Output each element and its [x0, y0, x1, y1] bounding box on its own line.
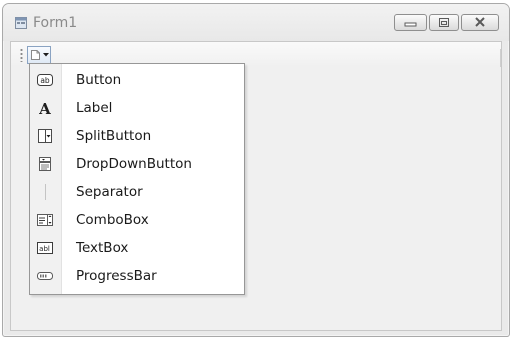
menu-item-label: Button	[76, 72, 122, 88]
button-icon: ab	[37, 74, 53, 86]
minimize-button[interactable]	[394, 14, 427, 31]
add-item-icon	[31, 50, 40, 60]
menu-item-separator[interactable]: Separator	[31, 178, 244, 206]
menu-item-combobox[interactable]: ComboBox	[31, 206, 244, 234]
menu-item-label: ProgressBar	[76, 268, 157, 284]
window-title: Form1	[33, 15, 78, 31]
menu-item-label-control[interactable]: A Label	[31, 94, 244, 122]
svg-text:ab: ab	[40, 76, 50, 85]
toolstrip-edge	[500, 49, 501, 67]
menu-item-label: SplitButton	[76, 128, 152, 144]
menu-item-splitbutton[interactable]: SplitButton	[31, 122, 244, 150]
svg-text:abl: abl	[39, 245, 50, 253]
menu-item-label: Separator	[76, 184, 143, 200]
menu-item-label: TextBox	[76, 240, 129, 256]
maximize-button[interactable]	[429, 14, 459, 31]
menu-item-dropdownbutton[interactable]: DropDownButton	[31, 150, 244, 178]
menu-item-label: ComboBox	[76, 212, 149, 228]
minimize-icon	[404, 22, 417, 27]
close-button[interactable]	[461, 14, 499, 31]
add-toolstrip-item-button[interactable]	[27, 46, 51, 64]
form-window-icon	[15, 17, 27, 29]
combobox-icon	[37, 214, 53, 226]
label-icon: A	[38, 100, 51, 116]
dropdown-button-icon	[39, 157, 51, 171]
menu-item-button[interactable]: ab Button	[31, 66, 244, 94]
title-bar[interactable]: Form1	[3, 4, 509, 41]
toolstrip-add-item-menu: ab Button A Label SplitButton DropDownBu…	[29, 63, 245, 295]
close-icon	[475, 17, 485, 27]
menu-item-label: Label	[76, 100, 113, 116]
textbox-icon: abl	[37, 242, 53, 254]
menu-item-progressbar[interactable]: ProgressBar	[31, 262, 244, 290]
menu-item-label: DropDownButton	[76, 156, 192, 172]
toolstrip-grip[interactable]	[20, 48, 23, 62]
maximize-icon	[439, 18, 449, 27]
svg-text:A: A	[38, 100, 51, 116]
separator-icon	[45, 184, 46, 200]
progressbar-icon	[37, 272, 53, 280]
menu-item-textbox[interactable]: abl TextBox	[31, 234, 244, 262]
split-button-icon	[38, 129, 52, 143]
chevron-down-icon	[43, 53, 49, 57]
